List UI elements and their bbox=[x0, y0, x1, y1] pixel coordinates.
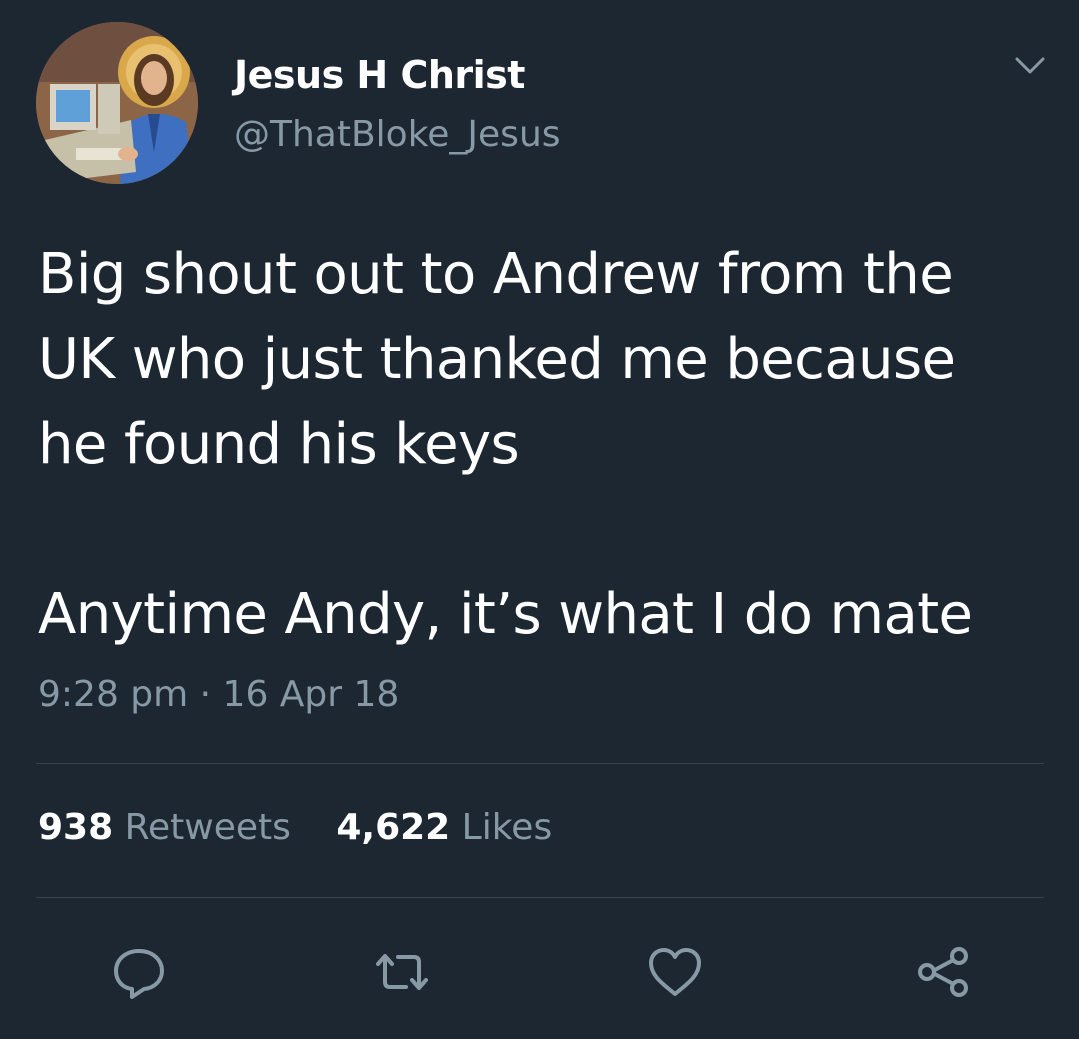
likes-count: 4,622 bbox=[336, 807, 451, 848]
display-name[interactable]: Jesus H Christ bbox=[234, 52, 525, 98]
tweet-text: Big shout out to Andrew from the UK who … bbox=[38, 232, 1058, 657]
tweet-timestamp[interactable]: 9:28 pm · 16 Apr 18 bbox=[38, 673, 399, 717]
divider bbox=[36, 763, 1044, 764]
share-icon bbox=[918, 947, 968, 997]
tweet-text-line: UK who just thanked me because bbox=[38, 327, 956, 392]
avatar[interactable] bbox=[36, 22, 198, 184]
tweet-text-line: Big shout out to Andrew from the bbox=[38, 242, 954, 307]
reply-button[interactable] bbox=[104, 937, 174, 1007]
like-heart-icon bbox=[649, 948, 701, 996]
engagement-stats: 938 Retweets 4,622 Likes bbox=[38, 806, 552, 850]
tweet-detail: Jesus H Christ @ThatBloke_Jesus Big shou… bbox=[0, 0, 1079, 1039]
reply-icon bbox=[114, 949, 164, 999]
likes-label: Likes bbox=[461, 807, 553, 848]
retweets-count: 938 bbox=[38, 807, 114, 848]
like-button[interactable] bbox=[640, 937, 710, 1007]
tweet-text-line: Anytime Andy, it’s what I do mate bbox=[38, 582, 973, 647]
share-button[interactable] bbox=[909, 937, 979, 1007]
divider bbox=[36, 897, 1044, 898]
tweet-text-line: he found his keys bbox=[38, 412, 520, 477]
retweet-icon bbox=[376, 954, 428, 990]
retweets-label: Retweets bbox=[124, 807, 291, 848]
chevron-down-icon[interactable] bbox=[1014, 56, 1046, 76]
retweets-stat[interactable]: 938 Retweets bbox=[38, 806, 291, 850]
user-handle[interactable]: @ThatBloke_Jesus bbox=[234, 113, 561, 157]
avatar-image bbox=[36, 22, 198, 184]
likes-stat[interactable]: 4,622 Likes bbox=[336, 806, 552, 850]
retweet-button[interactable] bbox=[367, 937, 437, 1007]
